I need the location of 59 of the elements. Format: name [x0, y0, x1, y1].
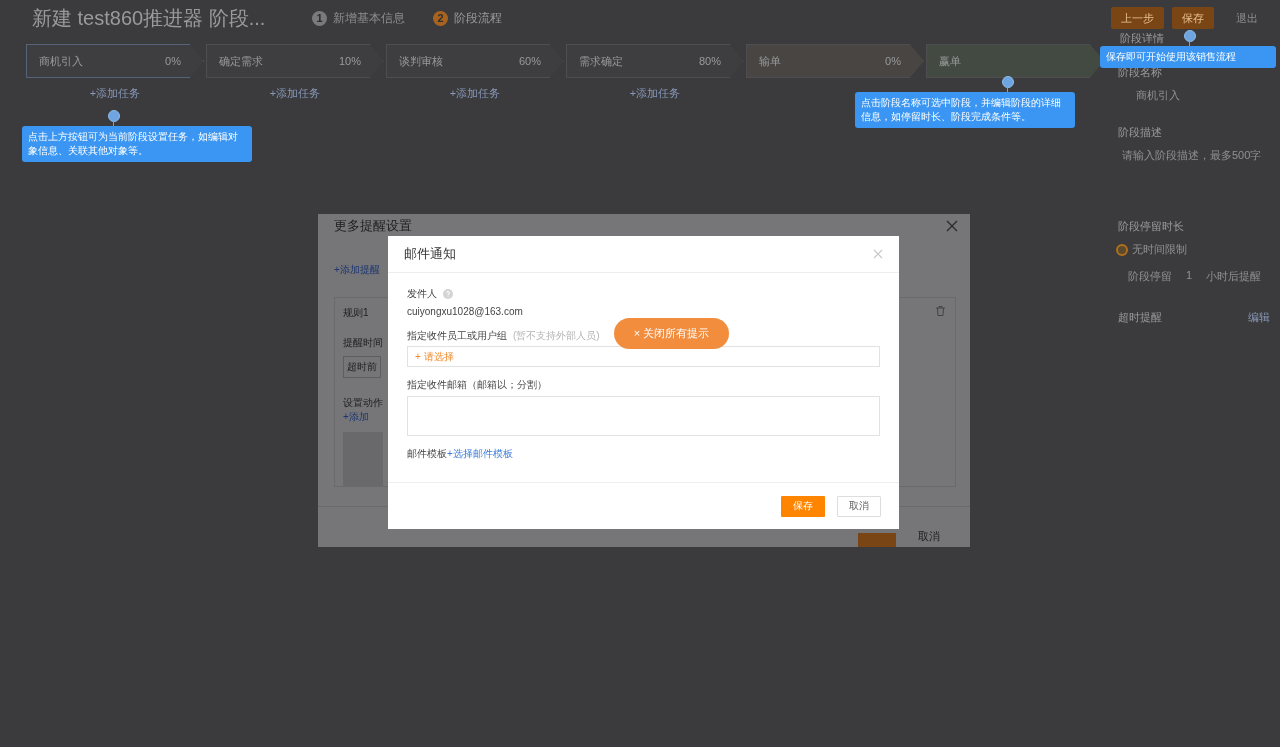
template-link[interactable]: +选择邮件模板: [447, 447, 513, 461]
description-field[interactable]: 请输入阶段描述，最多500字: [1122, 148, 1262, 163]
stage-step[interactable]: 谈判审核 60%: [386, 44, 564, 78]
hotspot-icon: [1184, 30, 1196, 42]
field-label: 设置动作: [343, 396, 383, 410]
dialog-title: 更多提醒设置: [334, 217, 412, 235]
field-label: 提醒时间: [343, 336, 383, 350]
dialog-title: 邮件通知: [404, 245, 456, 263]
cancel-button[interactable]: 取消: [837, 495, 881, 517]
time-select[interactable]: 超时前: [343, 356, 381, 378]
page-title: 新建 test860推进器 阶段...: [32, 5, 267, 31]
stage-step[interactable]: 输单 0%: [746, 44, 924, 78]
radio-label: 无时间限制: [1132, 242, 1187, 257]
section-title: 超时提醒: [1118, 310, 1162, 325]
add-task-link[interactable]: +添加任务: [629, 86, 681, 101]
add-task-link[interactable]: +添加任务: [269, 86, 321, 101]
field-label: 指定收件邮箱（邮箱以；分割）: [407, 378, 547, 392]
step-number: 1: [312, 10, 327, 26]
field-label: 阶段停留时长: [1118, 219, 1184, 234]
add-task-link[interactable]: +添加任务: [89, 86, 141, 101]
field-label: 阶段描述: [1118, 125, 1162, 140]
step-label: 新增基本信息: [333, 9, 405, 27]
stage-name-field[interactable]: 商机引入: [1136, 88, 1180, 103]
close-icon[interactable]: [946, 220, 958, 232]
email-input-field[interactable]: [407, 396, 880, 436]
field-label: 邮件模板: [407, 447, 447, 461]
save-button[interactable]: 保存: [781, 495, 825, 517]
hotspot-icon: [108, 110, 120, 122]
guide-tooltip: 点击阶段名称可选中阶段，并编辑阶段的详细信息，如停留时长、阶段完成条件等。: [855, 92, 1075, 128]
field-hint: (暂不支持外部人员): [513, 329, 600, 343]
field-label: 阶段名称: [1118, 65, 1162, 80]
help-icon[interactable]: [443, 289, 453, 299]
add-task-link[interactable]: +添加任务: [449, 86, 501, 101]
rule-title: 规则1: [343, 306, 369, 320]
field-label: 阶段停留: [1128, 269, 1172, 284]
header-button[interactable]: 保存: [1172, 7, 1214, 29]
step-number: 2: [433, 10, 448, 26]
radio-button[interactable]: [1116, 243, 1128, 256]
trash-icon[interactable]: [936, 306, 945, 316]
sender-email: cuiyongxu1028@163.com: [407, 306, 523, 317]
add-rule-link[interactable]: +添加提醒: [334, 263, 380, 277]
confirm-button[interactable]: [858, 533, 896, 547]
header-button[interactable]: 上一步: [1111, 7, 1164, 29]
hours-field[interactable]: 1: [1186, 269, 1193, 284]
field-label: 指定收件员工或用户组: [407, 329, 507, 343]
exit-button[interactable]: 退出: [1222, 7, 1264, 29]
close-all-tips-button[interactable]: × 关闭所有提示: [614, 318, 729, 349]
guide-tooltip: 保存即可开始使用该销售流程: [1100, 46, 1276, 68]
edit-link[interactable]: 编辑: [1248, 310, 1270, 325]
stage-step[interactable]: 确定需求 10%: [206, 44, 384, 78]
add-action-link[interactable]: +添加: [343, 410, 369, 424]
step-label: 阶段流程: [454, 9, 502, 27]
field-label: 小时后提醒: [1206, 269, 1262, 284]
guide-tooltip: 点击上方按钮可为当前阶段设置任务，如编辑对象信息、关联其他对象等。: [22, 126, 252, 162]
cancel-button[interactable]: 取消: [912, 528, 946, 545]
stage-step[interactable]: 商机引入 0%: [26, 44, 204, 78]
field-label: 发件人: [407, 287, 437, 301]
stage-step[interactable]: 需求确定 80%: [566, 44, 744, 78]
hotspot-icon: [1002, 76, 1014, 88]
